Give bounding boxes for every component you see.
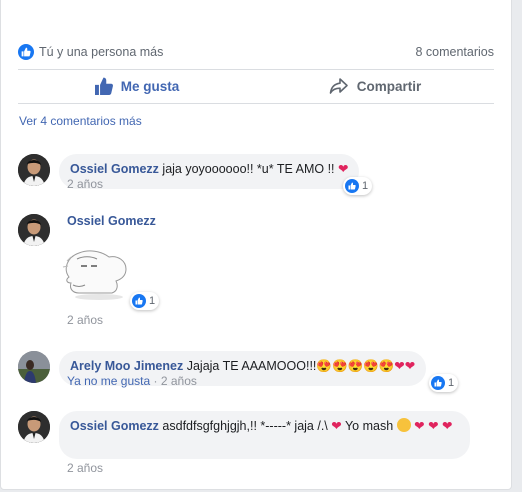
share-label: Compartir — [356, 78, 422, 94]
reaction-count-value: 1 — [448, 377, 455, 389]
comment-author[interactable]: Ossiel Gomezz — [70, 162, 159, 176]
like-label: Me gusta — [120, 78, 180, 94]
comment-bubble: Ossiel Gomezz asdfdfsgfghjgjh,!! *-----*… — [59, 411, 470, 459]
unlike-link[interactable]: Ya no me gusta — [67, 374, 150, 388]
likes-summary-text: Tú y una persona más — [39, 45, 164, 59]
comment-time: 2 años — [67, 461, 104, 475]
share-button[interactable]: Compartir — [256, 69, 494, 103]
avatar[interactable] — [18, 411, 50, 443]
heart-emoji: ❤ — [414, 419, 425, 433]
like-reaction-icon — [18, 44, 34, 60]
comments-count[interactable]: 8 comentarios — [415, 45, 494, 59]
comment-bubble: Ossiel Gomezz jaja yoyoooooo!! *u* TE AM… — [59, 154, 360, 189]
post-actions: Me gusta Compartir — [18, 69, 494, 104]
like-reaction-icon — [345, 179, 359, 193]
heart-emoji: ❤❤ — [394, 359, 416, 373]
post-stats: Tú y una persona más 8 comentarios — [18, 35, 494, 70]
heart-emoji: ❤ — [337, 162, 349, 176]
comment-meta: Ya no me gusta · 2 años — [67, 374, 197, 388]
reaction-count[interactable]: 1 — [343, 177, 373, 195]
comment-author[interactable]: Arely Moo Jimenez — [70, 359, 183, 373]
reaction-count[interactable]: 1 — [130, 292, 160, 310]
comment-author[interactable]: Ossiel Gomezz — [70, 419, 159, 433]
comment: Ossiel Gomezz jaja yoyoooooo!! *u* TE AM… — [18, 154, 494, 204]
comment-time: 2 años — [67, 313, 104, 327]
smiley-emoji — [396, 418, 411, 432]
reaction-count[interactable]: 1 — [429, 374, 459, 392]
comment-author[interactable]: Ossiel Gomezz — [67, 214, 156, 228]
share-icon — [329, 78, 348, 94]
comment-text: asdfdfsgfghjgjh,!! *-----* jaja /.\ — [162, 419, 332, 433]
avatar[interactable] — [18, 351, 50, 383]
sticker[interactable] — [59, 241, 139, 303]
like-reaction-icon — [431, 376, 445, 390]
heart-emoji: ❤ — [331, 419, 342, 433]
reaction-count-value: 1 — [362, 180, 369, 192]
avatar[interactable] — [18, 154, 50, 186]
heart-emoji: ❤ ❤ — [428, 419, 453, 433]
like-reaction-icon — [132, 294, 146, 308]
likes-summary[interactable]: Tú y una persona más — [18, 44, 163, 60]
comment-text: jaja yoyoooooo!! *u* TE AMO !! — [162, 162, 338, 176]
like-button[interactable]: Me gusta — [18, 69, 256, 103]
comment-time: 2 años — [160, 374, 197, 388]
thumbs-up-icon — [94, 77, 113, 95]
reaction-count-value: 1 — [149, 295, 156, 307]
comment-text-b: Yo mash — [341, 419, 397, 433]
comment: Arely Moo Jimenez Jajaja TE AAAMOOO!!!😍😍… — [18, 351, 494, 401]
comment: Ossiel Gomezz 1 2 años — [18, 214, 494, 334]
heart-eyes-emoji: 😍😍😍😍😍 — [316, 359, 395, 373]
comment-text: Jajaja TE AAAMOOO!!! — [186, 359, 317, 373]
comment-time: 2 años — [67, 177, 104, 191]
post-card: Tú y una persona más 8 comentarios Me gu… — [0, 0, 512, 490]
view-more-comments[interactable]: Ver 4 comentarios más — [19, 114, 142, 128]
comment: Ossiel Gomezz asdfdfsgfghjgjh,!! *-----*… — [18, 411, 494, 481]
avatar[interactable] — [18, 214, 50, 246]
meta-separator: · — [153, 374, 158, 388]
